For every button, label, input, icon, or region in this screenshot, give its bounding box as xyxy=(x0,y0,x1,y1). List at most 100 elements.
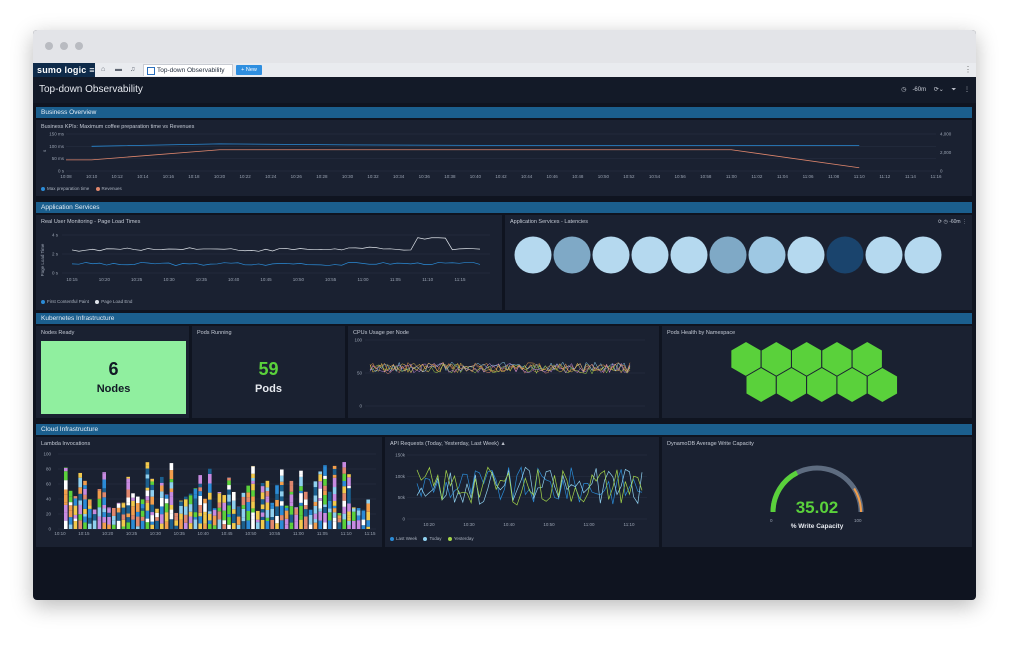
lambda-bar-segment xyxy=(289,525,294,529)
lambda-bar-segment xyxy=(299,493,303,503)
lambda-bar-segment xyxy=(208,513,212,521)
lambda-bar-segment xyxy=(140,504,145,509)
clock-icon[interactable]: ◷ xyxy=(901,87,906,93)
window-dot[interactable] xyxy=(75,42,83,50)
window-dot[interactable] xyxy=(60,42,68,50)
x-tick-label: 10:44 xyxy=(521,174,533,179)
more-icon[interactable]: ⋮ xyxy=(964,65,972,74)
lambda-bar-segment xyxy=(328,508,332,513)
lambda-bar-segment xyxy=(299,486,303,491)
y-tick-label: 2 s xyxy=(52,252,59,257)
lambda-bar-segment xyxy=(332,501,337,506)
home-icon[interactable]: ⌂ xyxy=(101,66,105,73)
lambda-bar-segment xyxy=(328,512,332,521)
lambda-bar-segment xyxy=(323,485,327,491)
lambda-bar-segment xyxy=(332,468,337,475)
x-tick-label: 11:10 xyxy=(341,531,352,536)
lambda-bar-segment xyxy=(222,524,226,529)
tab-top-down-observability[interactable]: Top-down Observability xyxy=(143,64,233,76)
lambda-bar-segment xyxy=(68,505,73,511)
lambda-bar-segment xyxy=(116,512,121,521)
lambda-bar-segment xyxy=(188,511,193,517)
nodes-tile[interactable]: 6 Nodes xyxy=(41,341,186,414)
panel-lambda: Lambda Invocations 100 80 60 40 20 0 10:10 10:1… xyxy=(36,437,382,547)
time-range[interactable]: -60m xyxy=(912,87,926,93)
lambda-bar-segment xyxy=(145,522,150,529)
lambda-bar-segment xyxy=(299,519,303,529)
pods-honeycomb xyxy=(730,340,899,404)
lambda-bar-segment xyxy=(256,519,260,523)
lambda-bar-segment xyxy=(68,502,73,506)
panel-business-kpis: Business KPIs: Maximum coffee preparatio… xyxy=(36,120,972,196)
lambda-bar-segment xyxy=(97,520,102,529)
browser-chrome xyxy=(33,30,976,63)
lambda-bar-segment xyxy=(78,500,82,505)
lambda-bar-segment xyxy=(251,483,255,491)
x-tick-label: 10:50 xyxy=(293,277,305,282)
lambda-bar-segment xyxy=(366,526,370,529)
lambda-bar-segment xyxy=(188,495,193,505)
latency-circle xyxy=(670,236,708,274)
lambda-bar-segment xyxy=(284,507,289,511)
lambda-bar-segment xyxy=(323,475,327,479)
lambda-bar-segment xyxy=(323,478,327,486)
lambda-bar-segment xyxy=(217,507,222,512)
x-tick-label: 10:25 xyxy=(126,531,138,536)
lambda-bar-segment xyxy=(112,515,116,521)
lambda-bar-segment xyxy=(260,509,265,513)
lambda-bar-segment xyxy=(73,498,78,506)
lambda-bar-segment xyxy=(64,520,68,529)
x-tick-label: 10:56 xyxy=(674,174,686,179)
lambda-bar-segment xyxy=(160,491,164,498)
lambda-bar-segment xyxy=(107,507,111,509)
lambda-bar-segment xyxy=(131,519,135,529)
lambda-bar-segment xyxy=(150,484,154,491)
hamburger-icon[interactable]: ≡ xyxy=(89,65,94,75)
lambda-bar-segment xyxy=(88,499,92,506)
latency-circle xyxy=(787,236,825,274)
folder-icon[interactable]: ▬ xyxy=(115,66,122,73)
lambda-bar-segment xyxy=(251,515,255,520)
filter-icon[interactable]: ⏷ xyxy=(952,87,957,93)
lambda-bar-segment xyxy=(88,499,92,500)
more-icon[interactable]: ⋮ xyxy=(964,87,970,93)
sumo-logo[interactable]: sumo logic ≡ xyxy=(33,63,95,77)
lambda-bar-segment xyxy=(140,499,145,505)
lambda-bar-segment xyxy=(107,508,111,513)
lambda-bar-segment xyxy=(361,510,366,520)
lambda-bar-segment xyxy=(280,496,284,502)
lambda-bar-segment xyxy=(222,502,226,511)
x-tick-label: 10:28 xyxy=(316,174,328,179)
lambda-bar-segment xyxy=(174,525,178,529)
lambda-bar-segment xyxy=(116,520,121,529)
panel-pods-running: Pods Running 59 Pods xyxy=(192,326,345,418)
bell-icon[interactable]: ♫ xyxy=(130,66,135,73)
lambda-bar-segment xyxy=(160,523,164,529)
section-business-overview[interactable]: Business Overview xyxy=(36,107,972,118)
lambda-bar-segment xyxy=(289,494,294,503)
x-tick-label: 10:16 xyxy=(163,174,175,179)
refresh-icon[interactable]: ⟳⌄ xyxy=(934,87,944,93)
x-tick-label: 10:50 xyxy=(543,522,555,527)
lambda-bar-segment xyxy=(280,515,284,521)
y-tick-label: 0 s xyxy=(52,271,59,276)
section-kubernetes[interactable]: Kubernetes Infrastructure xyxy=(36,313,972,324)
lambda-bar-segment xyxy=(179,505,183,514)
legend-label: Revenues xyxy=(101,186,122,191)
x-tick-label: 10:58 xyxy=(700,174,712,179)
lambda-bar-segment xyxy=(227,477,231,481)
lambda-bar-segment xyxy=(78,472,82,478)
lambda-bar-segment xyxy=(241,492,246,497)
x-tick-label: 10:55 xyxy=(325,277,337,282)
lambda-bar-segment xyxy=(265,498,270,503)
new-button[interactable]: + New xyxy=(236,65,262,75)
section-application-services[interactable]: Application Services xyxy=(36,202,972,213)
lambda-bar-segment xyxy=(193,494,198,499)
y-tick-label: 4 s xyxy=(52,233,59,238)
section-cloud[interactable]: Cloud Infrastructure xyxy=(36,424,972,435)
lambda-bar-segment xyxy=(342,486,346,494)
window-dot[interactable] xyxy=(45,42,53,50)
lambda-bar-segment xyxy=(121,502,126,504)
legend-label: Yesterday xyxy=(453,536,474,541)
x-tick-label: 10:30 xyxy=(342,174,354,179)
